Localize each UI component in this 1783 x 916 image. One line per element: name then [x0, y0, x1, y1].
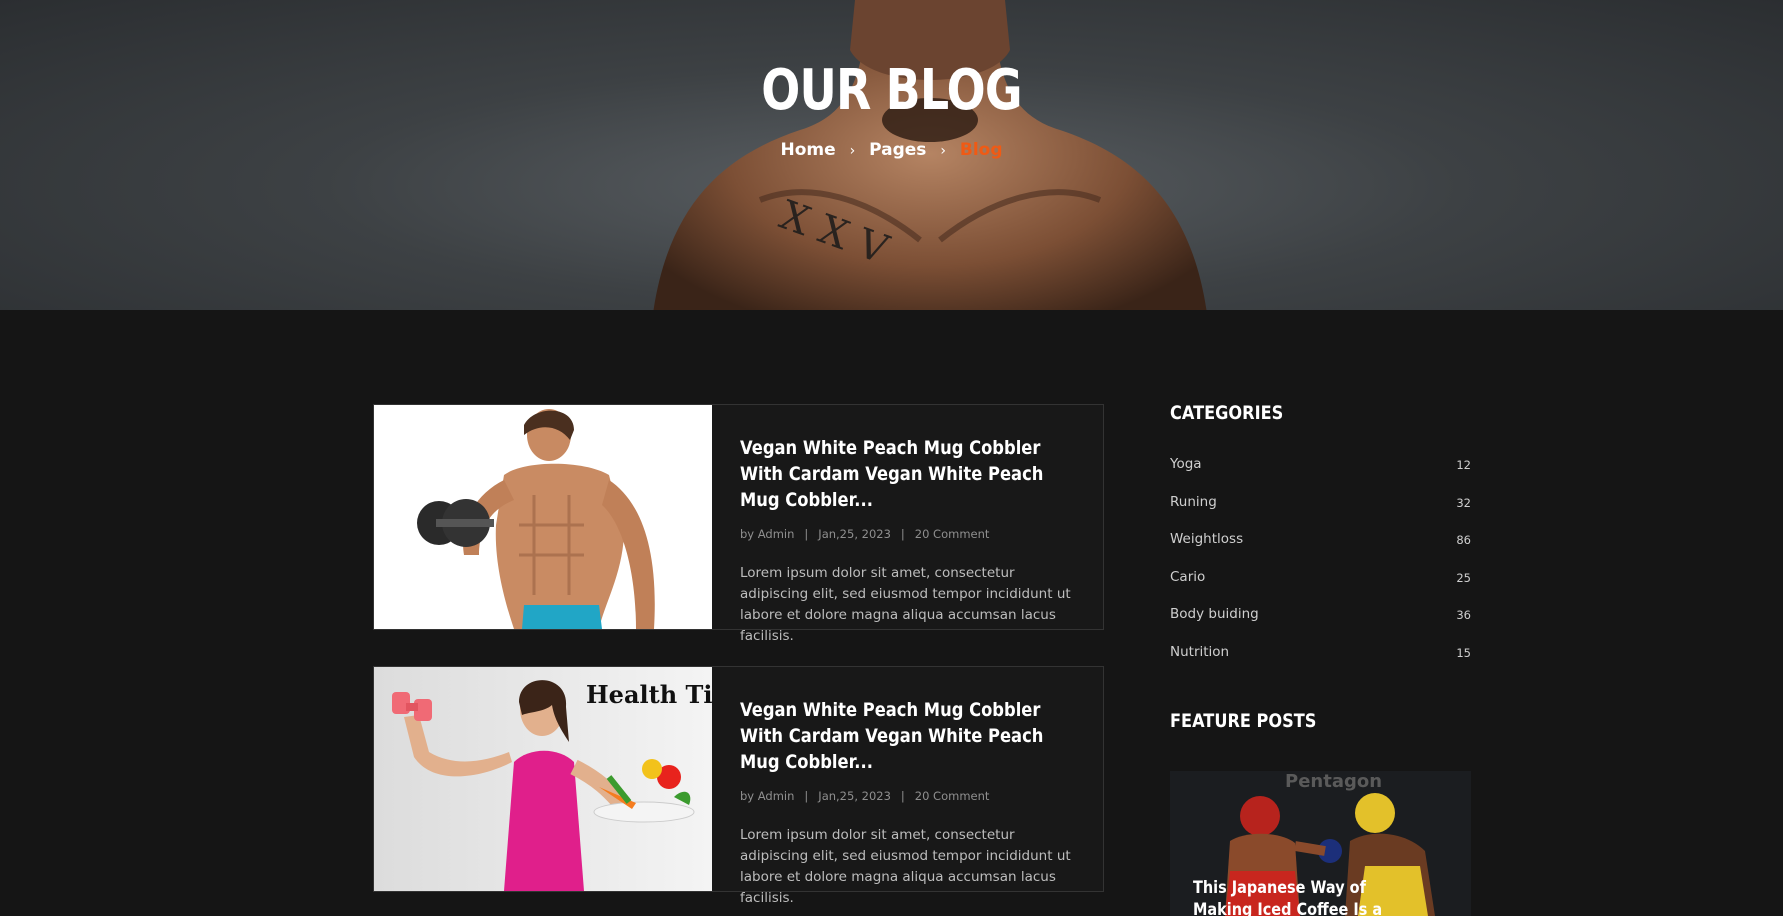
post-date: Jan,25, 2023: [818, 789, 891, 803]
post-body: Vegan White Peach Mug Cobbler With Carda…: [711, 667, 1103, 906]
health-tips-woman-image: Health Tips: [392, 680, 712, 891]
post-comments[interactable]: 20 Comment: [915, 789, 990, 803]
pentagon-watermark: Pentagon: [1285, 771, 1382, 792]
category-count: 32: [1456, 495, 1471, 510]
blog-post-card[interactable]: Vegan White Peach Mug Cobbler With Carda…: [373, 404, 1104, 644]
post-excerpt: Lorem ipsum dolor sit amet, consectetur …: [740, 827, 1071, 906]
post-image[interactable]: [374, 405, 712, 629]
post-title[interactable]: Vegan White Peach Mug Cobbler With Carda…: [740, 697, 1084, 775]
category-name[interactable]: Body buiding: [1170, 606, 1259, 622]
category-name[interactable]: Yoga: [1170, 456, 1202, 472]
category-item-yoga[interactable]: Yoga 12: [1170, 456, 1471, 494]
categories-heading: CATEGORIES: [1170, 402, 1284, 424]
chevron-right-icon: ›: [849, 143, 856, 159]
category-item-runing[interactable]: Runing 32: [1170, 494, 1471, 532]
post-date: Jan,25, 2023: [818, 527, 891, 541]
category-count: 12: [1456, 458, 1471, 472]
post-excerpt: Lorem ipsum dolor sit amet, consectetur …: [740, 565, 1071, 644]
hero-banner: X X V OUR BLOG Home › Pages › Blog: [0, 0, 1783, 310]
category-item-nutrition[interactable]: Nutrition 15: [1170, 644, 1471, 682]
post-author[interactable]: by Admin: [740, 789, 794, 803]
breadcrumb-home-link[interactable]: Home: [781, 140, 836, 160]
category-count: 25: [1456, 570, 1471, 585]
categories-list: Yoga 12 Runing 32 Weightloss 86 Cario 25 Bod…: [1170, 456, 1471, 682]
post-author[interactable]: by Admin: [740, 527, 794, 541]
feature-post-card[interactable]: Pentagon This Japanese Way of Making Ice…: [1170, 771, 1471, 916]
health-tips-caption: Health Tips: [586, 680, 712, 709]
category-name[interactable]: Cario: [1170, 569, 1205, 585]
category-name[interactable]: Runing: [1170, 494, 1217, 510]
man-dumbbell-curl-image: [417, 409, 655, 629]
post-image[interactable]: Health Tips: [374, 667, 712, 891]
breadcrumb-pages-link[interactable]: Pages: [869, 140, 926, 160]
category-count: 86: [1456, 533, 1471, 548]
category-count: 15: [1456, 645, 1471, 660]
post-meta: by Admin | Jan,25, 2023 | 20 Comment: [740, 527, 990, 541]
chevron-right-icon: ›: [940, 143, 946, 159]
category-item-weightloss[interactable]: Weightloss 86: [1170, 531, 1471, 569]
breadcrumb: Home › Pages › Blog: [0, 140, 1783, 160]
post-title[interactable]: Vegan White Peach Mug Cobbler With Carda…: [740, 435, 1084, 513]
category-name[interactable]: Weightloss: [1170, 531, 1243, 547]
blog-post-card[interactable]: Health Tips Vegan White Peach Mug Cobble…: [373, 666, 1104, 906]
feature-posts-heading: FEATURE POSTS: [1170, 710, 1317, 732]
post-comments[interactable]: 20 Comment: [915, 527, 990, 541]
post-meta: by Admin | Jan,25, 2023 | 20 Comment: [740, 789, 990, 803]
category-name[interactable]: Nutrition: [1170, 644, 1229, 660]
breadcrumb-current: Blog: [959, 140, 1003, 160]
post-body: Vegan White Peach Mug Cobbler With Carda…: [711, 405, 1103, 644]
page-title: OUR BLOG: [761, 58, 1022, 123]
category-item-body-buiding[interactable]: Body buiding 36: [1170, 606, 1471, 644]
feature-post-title[interactable]: This Japanese Way of Making Iced Coffee …: [1193, 877, 1423, 916]
category-count: 36: [1456, 608, 1471, 623]
category-item-cario[interactable]: Cario 25: [1170, 569, 1471, 607]
